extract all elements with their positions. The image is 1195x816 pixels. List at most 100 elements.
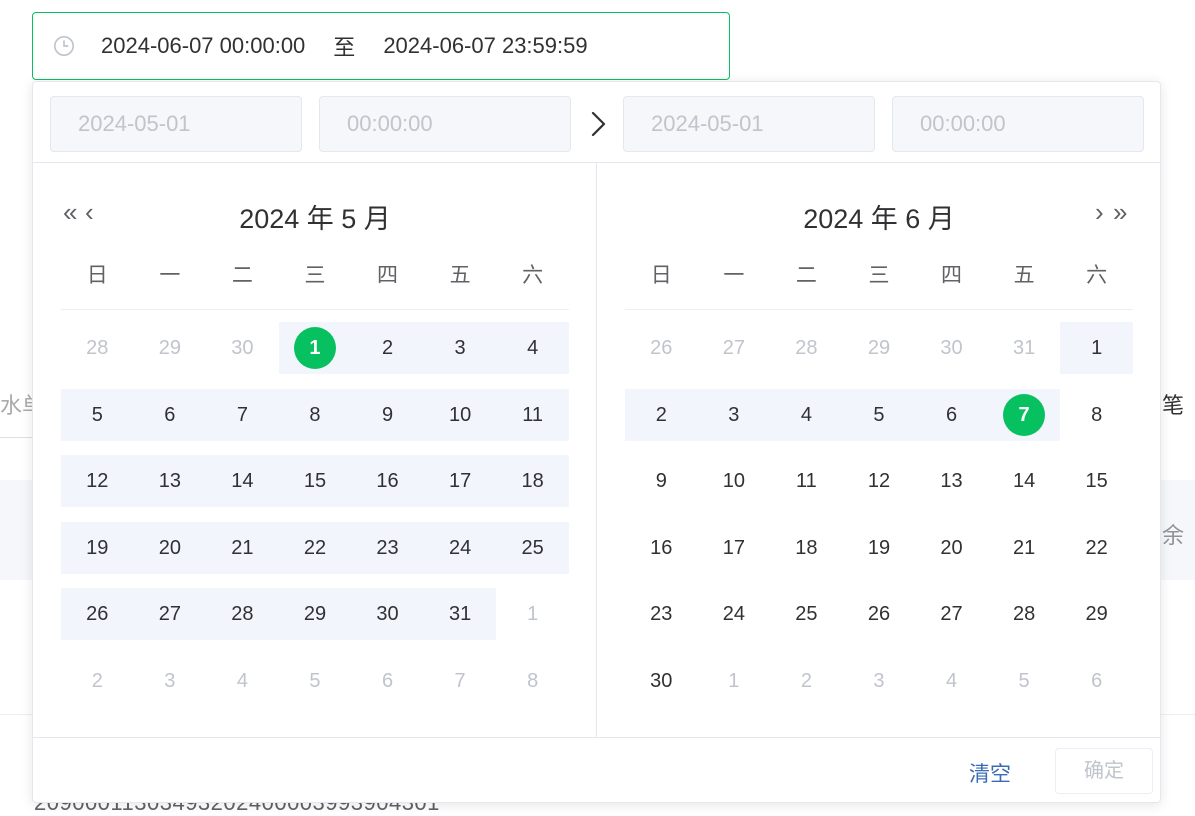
date-cell[interactable]: 7 xyxy=(424,648,497,715)
date-cell[interactable]: 31 xyxy=(988,315,1061,382)
date-cell[interactable]: 25 xyxy=(496,515,569,582)
date-cell[interactable]: 6 xyxy=(1060,648,1133,715)
date-cell[interactable]: 30 xyxy=(915,315,988,382)
date-cell[interactable]: 3 xyxy=(134,648,207,715)
date-cell[interactable]: 8 xyxy=(1060,382,1133,449)
end-date-input[interactable]: 2024-05-01 xyxy=(623,96,875,152)
date-cell[interactable]: 3 xyxy=(697,382,771,449)
date-cell[interactable]: 26 xyxy=(61,581,134,648)
date-cell[interactable]: 28 xyxy=(61,315,134,382)
date-cell[interactable]: 14 xyxy=(206,448,279,515)
date-cell[interactable]: 3 xyxy=(423,315,497,382)
date-cell[interactable]: 14 xyxy=(988,448,1061,515)
date-cell[interactable]: 17 xyxy=(698,515,771,582)
date-number: 12 xyxy=(867,470,891,493)
date-cell[interactable]: 27 xyxy=(698,315,771,382)
date-cell[interactable]: 20 xyxy=(915,515,988,582)
date-cell[interactable]: 27 xyxy=(133,581,207,648)
date-cell[interactable]: 6 xyxy=(351,648,424,715)
date-cell[interactable]: 6 xyxy=(915,382,988,449)
clear-button[interactable]: 清空 xyxy=(969,758,1011,788)
date-range-input[interactable]: 2024-06-07 00:00:00 至 2024-06-07 23:59:5… xyxy=(32,12,730,80)
date-number: 4 xyxy=(800,403,812,426)
date-cell[interactable]: 6 xyxy=(133,382,207,449)
date-cell[interactable]: 5 xyxy=(279,648,352,715)
date-cell[interactable]: 24 xyxy=(698,581,771,648)
date-cell[interactable]: 8 xyxy=(278,382,352,449)
date-cell[interactable]: 29 xyxy=(843,315,916,382)
date-cell[interactable]: 7 xyxy=(206,382,279,449)
confirm-button[interactable]: 确定 xyxy=(1055,748,1153,794)
date-cell[interactable]: 18 xyxy=(770,515,843,582)
date-cell[interactable]: 9 xyxy=(351,382,424,449)
date-cell[interactable]: 15 xyxy=(1060,448,1133,515)
date-cell[interactable]: 1 xyxy=(698,648,771,715)
start-date-input[interactable]: 2024-05-01 xyxy=(50,96,302,152)
date-cell[interactable]: 30 xyxy=(625,648,698,715)
date-cell[interactable]: 30 xyxy=(206,315,279,382)
date-cell[interactable]: 16 xyxy=(351,448,424,515)
date-cell[interactable]: 2 xyxy=(61,648,134,715)
date-cell[interactable]: 29 xyxy=(134,315,207,382)
date-cell[interactable]: 3 xyxy=(843,648,916,715)
date-cell[interactable]: 2 xyxy=(625,382,698,449)
date-cell[interactable]: 5 xyxy=(61,382,134,449)
weekday-label: 四 xyxy=(941,264,963,287)
range-start-value[interactable]: 2024-06-07 00:00:00 xyxy=(101,33,305,59)
date-cell[interactable]: 21 xyxy=(206,515,279,582)
date-cell[interactable]: 23 xyxy=(351,515,424,582)
date-cell[interactable]: 13 xyxy=(133,448,207,515)
date-cell[interactable]: 17 xyxy=(423,448,497,515)
date-cell[interactable]: 10 xyxy=(698,448,771,515)
date-cell[interactable]: 29 xyxy=(278,581,352,648)
date-number: 18 xyxy=(521,470,544,493)
right-week-row: 16 17 18 19 20 21 22 xyxy=(625,515,1133,582)
date-cell[interactable]: 28 xyxy=(770,315,843,382)
date-cell[interactable]: 11 xyxy=(770,448,843,515)
date-cell[interactable]: 1 xyxy=(1060,315,1133,382)
date-cell[interactable]: 16 xyxy=(625,515,698,582)
date-cell[interactable]: 2 xyxy=(351,315,424,382)
date-cell[interactable]: 23 xyxy=(625,581,698,648)
date-cell[interactable]: 26 xyxy=(843,581,916,648)
date-cell[interactable]: 11 xyxy=(496,382,569,449)
date-cell[interactable]: 19 xyxy=(843,515,916,582)
date-cell[interactable]: 4 xyxy=(206,648,279,715)
date-cell[interactable]: 8 xyxy=(496,648,569,715)
range-end-value[interactable]: 2024-06-07 23:59:59 xyxy=(383,33,587,59)
selected-date-cell[interactable]: 1 xyxy=(278,315,352,382)
date-cell[interactable]: 2 xyxy=(770,648,843,715)
date-cell[interactable]: 4 xyxy=(496,315,569,382)
date-cell[interactable]: 18 xyxy=(496,448,569,515)
date-cell[interactable]: 28 xyxy=(988,581,1061,648)
date-cell[interactable]: 25 xyxy=(770,581,843,648)
date-cell[interactable]: 5 xyxy=(988,648,1061,715)
date-cell[interactable]: 24 xyxy=(423,515,497,582)
date-cell[interactable]: 12 xyxy=(843,448,916,515)
date-cell[interactable]: 20 xyxy=(133,515,207,582)
date-cell[interactable]: 28 xyxy=(206,581,279,648)
date-cell[interactable]: 1 xyxy=(496,581,569,648)
selected-date-cell[interactable]: 7 xyxy=(987,382,1061,449)
date-cell[interactable]: 15 xyxy=(278,448,352,515)
date-number: 27 xyxy=(722,337,745,360)
date-cell[interactable]: 10 xyxy=(423,382,497,449)
date-cell[interactable]: 4 xyxy=(915,648,988,715)
date-cell[interactable]: 13 xyxy=(915,448,988,515)
date-cell[interactable]: 22 xyxy=(278,515,352,582)
date-cell[interactable]: 21 xyxy=(988,515,1061,582)
date-cell[interactable]: 31 xyxy=(423,581,497,648)
date-cell[interactable]: 12 xyxy=(61,448,134,515)
date-cell[interactable]: 27 xyxy=(915,581,988,648)
end-time-input[interactable]: 00:00:00 xyxy=(892,96,1144,152)
date-cell[interactable]: 30 xyxy=(351,581,424,648)
date-cell[interactable]: 19 xyxy=(61,515,134,582)
right-week-row: 26 27 28 29 30 31 1 xyxy=(625,315,1133,382)
date-cell[interactable]: 9 xyxy=(625,448,698,515)
date-cell[interactable]: 26 xyxy=(625,315,698,382)
date-cell[interactable]: 4 xyxy=(770,382,843,449)
date-cell[interactable]: 29 xyxy=(1060,581,1133,648)
date-cell[interactable]: 5 xyxy=(842,382,916,449)
date-cell[interactable]: 22 xyxy=(1060,515,1133,582)
start-time-input[interactable]: 00:00:00 xyxy=(319,96,571,152)
